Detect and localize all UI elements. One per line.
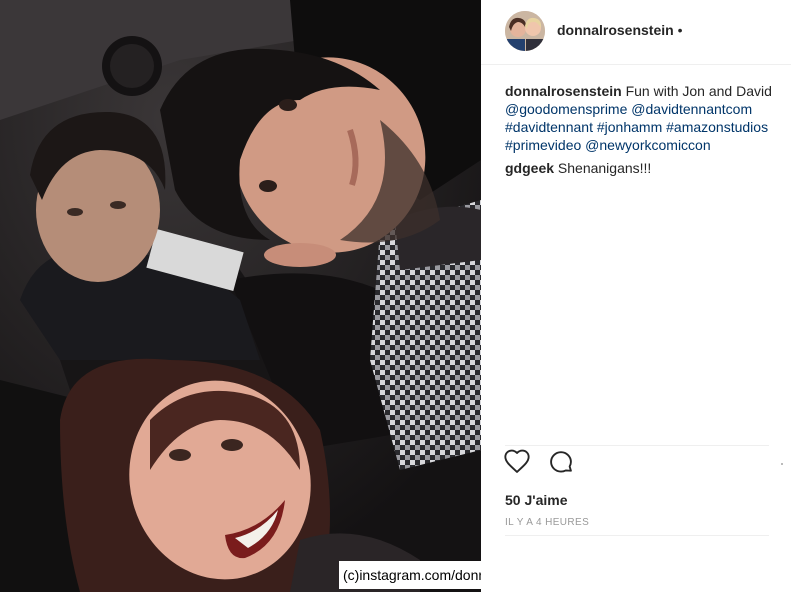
caption-tag[interactable]: @davidtennantcom	[631, 101, 752, 117]
avatar-image	[505, 11, 545, 51]
action-bar	[503, 448, 587, 478]
caption-tag[interactable]: #primevideo	[505, 137, 581, 153]
post-photo[interactable]: (c)instagram.com/donnalrosenstein/	[0, 0, 481, 592]
actions-divider	[505, 445, 769, 446]
caption-tag[interactable]: #davidtennant	[505, 119, 593, 135]
header-username[interactable]: donnalrosenstein •	[557, 22, 682, 38]
caption-tag[interactable]: @goodomensprime	[505, 101, 627, 117]
comment-username[interactable]: gdgeek	[505, 160, 554, 176]
post-header: donnalrosenstein •	[481, 0, 791, 65]
caption-tag[interactable]: @newyorkcomiccon	[585, 137, 710, 153]
comment-text: Shenanigans!!!	[557, 160, 652, 176]
caption: donnalrosenstein Fun with Jon and David …	[505, 82, 781, 154]
heart-icon	[504, 449, 530, 473]
post-sidebar: donnalrosenstein • donnalrosenstein Fun …	[481, 0, 805, 592]
comments-section: donnalrosenstein Fun with Jon and David …	[505, 82, 781, 182]
caption-text: Fun with Jon and David	[625, 83, 772, 99]
comment-icon	[550, 451, 573, 473]
avatar[interactable]	[505, 11, 545, 51]
decorative-dot	[781, 463, 783, 465]
post-timestamp[interactable]: IL Y A 4 HEURES	[505, 517, 589, 528]
photo-illustration	[0, 0, 481, 592]
comment-button[interactable]	[547, 448, 575, 481]
comment-item: gdgeek Shenanigans!!!	[505, 159, 781, 177]
photo-credit: (c)instagram.com/donnalrosenstein/	[339, 561, 481, 589]
header-username-text[interactable]: donnalrosenstein	[557, 22, 674, 38]
footer-divider	[505, 535, 769, 536]
likes-count[interactable]: 50 J'aime	[505, 492, 568, 508]
caption-tag[interactable]: #jonhamm	[597, 119, 662, 135]
caption-username[interactable]: donnalrosenstein	[505, 83, 622, 99]
caption-tag[interactable]: #amazonstudios	[666, 119, 768, 135]
like-button[interactable]	[503, 448, 531, 481]
header-separator: •	[677, 22, 683, 38]
